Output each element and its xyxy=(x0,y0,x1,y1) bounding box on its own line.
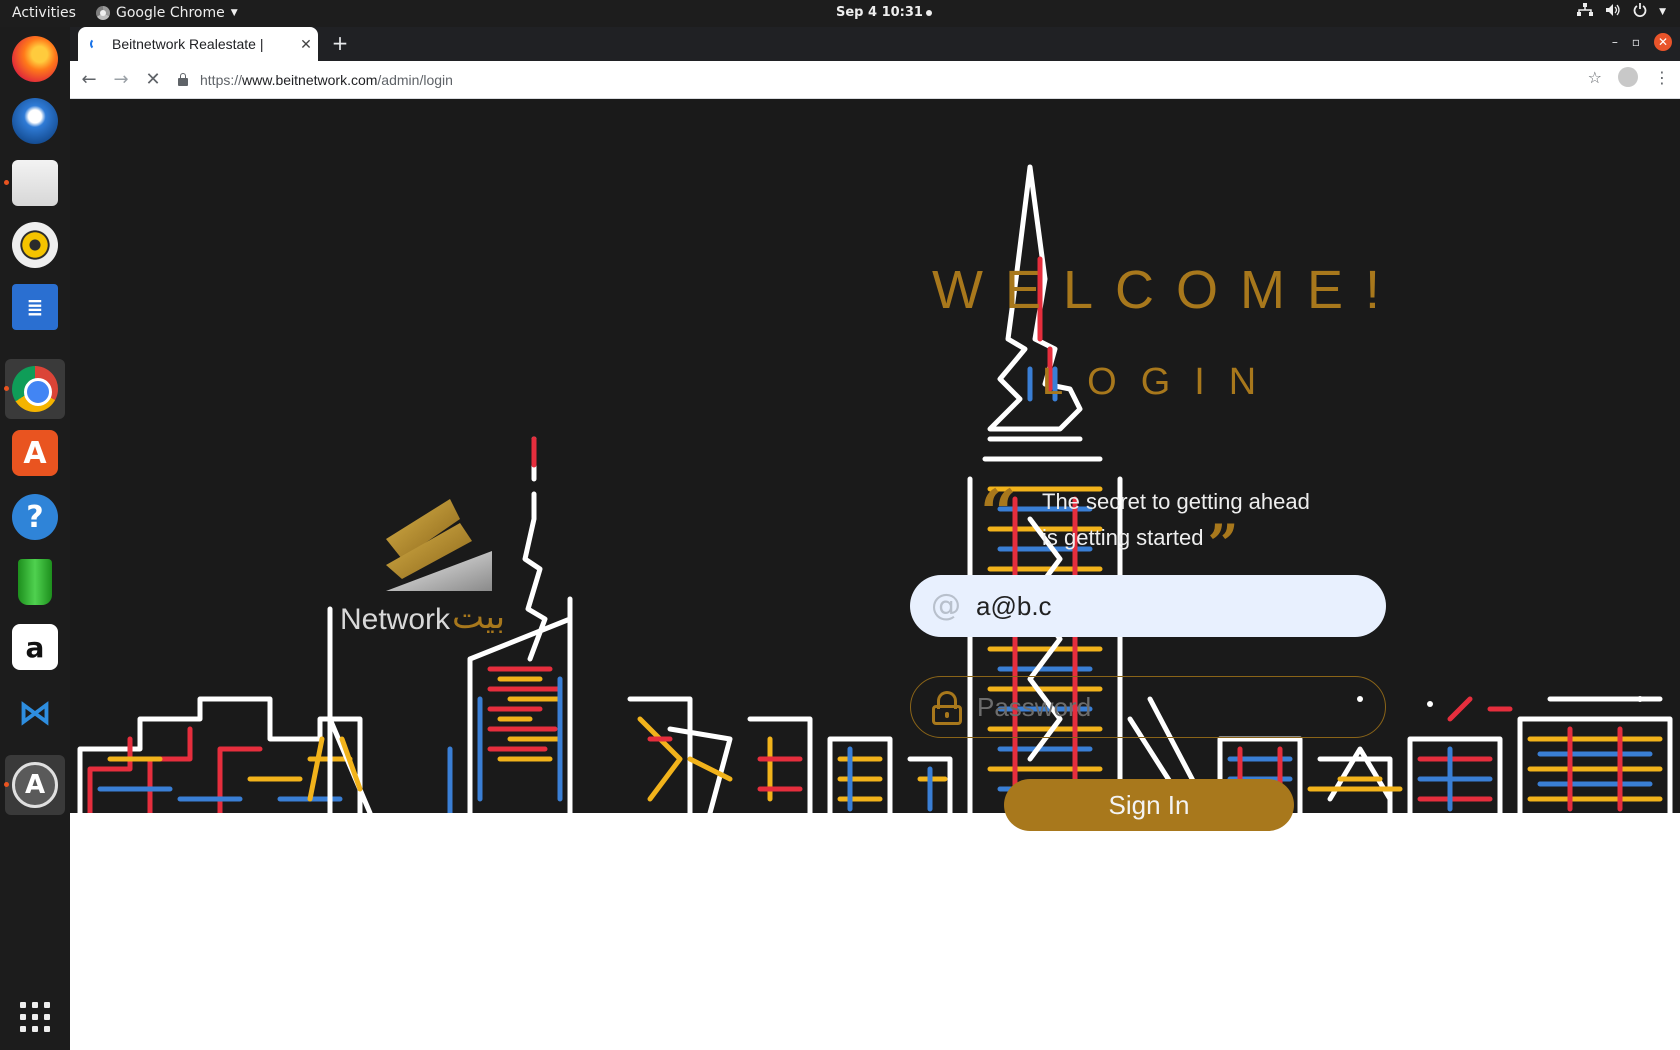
url-host: www.beitnetwork.com xyxy=(242,72,378,88)
maximize-icon[interactable]: ▫ xyxy=(1632,35,1640,49)
email-input[interactable] xyxy=(976,590,1356,622)
chevron-down-icon: ▼ xyxy=(230,8,238,18)
software-updater-icon: A xyxy=(12,762,58,808)
chevron-down-icon: ▼ xyxy=(1659,7,1666,17)
close-quote-icon: ” xyxy=(1207,512,1239,576)
dock-ubuntu-software[interactable]: A xyxy=(5,423,65,483)
libreoffice-writer-icon: ≣ xyxy=(12,284,58,330)
dock-thunderbird[interactable] xyxy=(5,91,65,151)
dock-software-updater[interactable]: A xyxy=(4,755,65,815)
app-menu[interactable]: Google Chrome ▼ xyxy=(96,5,238,21)
padlock-icon xyxy=(929,689,965,725)
green-pipe-icon xyxy=(18,559,52,605)
open-quote-icon: “ xyxy=(980,476,1017,551)
files-icon xyxy=(12,160,58,206)
running-indicator xyxy=(4,180,9,185)
loading-spinner-icon xyxy=(90,38,102,50)
rhythmbox-icon xyxy=(12,222,58,268)
dock-help[interactable]: ? xyxy=(5,487,65,547)
chrome-icon xyxy=(12,366,58,412)
bookmark-star-icon[interactable]: ☆ xyxy=(1588,68,1602,87)
volume-icon xyxy=(1605,3,1621,21)
hero-section: Network بيت WELCOME! LOGIN “ The secret … xyxy=(70,99,1680,813)
url-path: /admin/login xyxy=(377,72,453,88)
profile-avatar[interactable] xyxy=(1618,67,1638,87)
help-icon: ? xyxy=(12,494,58,540)
chrome-app-icon xyxy=(96,6,110,20)
dock-files[interactable] xyxy=(4,153,65,213)
password-input[interactable] xyxy=(977,691,1357,723)
dock-green-pipe[interactable] xyxy=(5,552,65,612)
network-icon xyxy=(1577,3,1594,21)
tab-title: Beitnetwork Realestate | xyxy=(112,36,264,52)
firefox-icon xyxy=(12,36,58,82)
page-content: Network بيت WELCOME! LOGIN “ The secret … xyxy=(70,99,1680,1050)
quote-line-2: is getting started xyxy=(1042,525,1204,550)
app-menu-label: Google Chrome xyxy=(116,5,225,21)
browser-toolbar: ← → ✕ https://www.beitnetwork.com/admin/… xyxy=(70,61,1680,99)
quote-text: The secret to getting ahead is getting s… xyxy=(1042,484,1310,571)
url-scheme: https:// xyxy=(200,72,243,88)
vscode-icon: ⋈ xyxy=(18,693,52,733)
minimize-icon[interactable]: – xyxy=(1612,35,1618,49)
dock-firefox[interactable] xyxy=(5,29,65,89)
password-field[interactable] xyxy=(910,676,1386,738)
dock-vscode[interactable]: ⋈ xyxy=(5,683,65,743)
window-controls: – ▫ ✕ xyxy=(1612,33,1672,51)
toolbar-actions: ☆ ⋮ xyxy=(1588,67,1670,87)
amazon-icon: a xyxy=(12,624,58,670)
ubuntu-software-icon: A xyxy=(12,430,58,476)
activities-button[interactable]: Activities xyxy=(12,5,76,21)
at-sign-icon: @ xyxy=(931,588,961,623)
forward-icon[interactable]: → xyxy=(108,67,134,93)
login-heading: LOGIN xyxy=(1042,361,1281,403)
tab-strip: Beitnetwork Realestate | ✕ + – ▫ ✕ xyxy=(70,27,1680,61)
close-tab-icon[interactable]: ✕ xyxy=(294,36,318,53)
address-bar[interactable]: https://www.beitnetwork.com/admin/login xyxy=(178,67,1648,93)
clock[interactable]: Sep 4 10:31 xyxy=(836,5,932,20)
menu-kebab-icon[interactable]: ⋮ xyxy=(1654,68,1670,87)
beitnetwork-logo: Network بيت xyxy=(340,479,550,639)
running-indicator xyxy=(4,782,9,787)
dock-rhythmbox[interactable] xyxy=(5,215,65,275)
dock: ≣ A ? a ⋈ A xyxy=(0,27,70,1050)
power-icon xyxy=(1633,3,1647,21)
stop-loading-icon[interactable]: ✕ xyxy=(140,67,166,93)
notification-dot-icon xyxy=(925,9,932,16)
clock-label: Sep 4 10:31 xyxy=(836,5,923,20)
show-applications-icon[interactable] xyxy=(20,1002,50,1032)
city-skyline-illustration xyxy=(77,164,1673,813)
dock-chrome[interactable] xyxy=(4,359,65,419)
back-icon[interactable]: ← xyxy=(76,67,102,93)
quote-line-1: The secret to getting ahead xyxy=(1042,489,1310,514)
logo-arabic-text: بيت xyxy=(452,597,506,637)
dock-amazon[interactable]: a xyxy=(5,617,65,677)
chrome-window: Beitnetwork Realestate | ✕ + – ▫ ✕ ← → ✕… xyxy=(70,27,1680,1050)
gnome-top-bar: Activities Google Chrome ▼ Sep 4 10:31 ▼ xyxy=(0,0,1680,27)
dock-writer[interactable]: ≣ xyxy=(5,277,65,337)
email-field[interactable]: @ xyxy=(910,575,1386,637)
tab-beitnetwork[interactable]: Beitnetwork Realestate | ✕ xyxy=(78,27,318,61)
logo-roof-icon xyxy=(386,499,492,591)
logo-text: Network xyxy=(340,603,451,636)
close-window-icon[interactable]: ✕ xyxy=(1654,33,1672,51)
sign-in-button[interactable]: Sign In xyxy=(1004,779,1294,831)
thunderbird-icon xyxy=(12,98,58,144)
lock-icon xyxy=(178,73,188,86)
system-tray[interactable]: ▼ xyxy=(1577,3,1666,21)
welcome-heading: WELCOME! xyxy=(932,260,1403,320)
running-indicator xyxy=(4,386,9,391)
new-tab-button[interactable]: + xyxy=(328,31,352,55)
